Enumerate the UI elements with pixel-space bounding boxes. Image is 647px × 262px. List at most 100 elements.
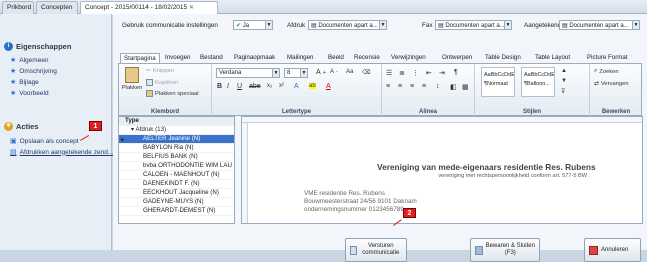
tree-row-label: BELFIUS BANK (N) — [143, 153, 198, 160]
align-right-icon[interactable]: ≡ — [410, 83, 414, 90]
styles-more-icon[interactable]: ⊽ — [561, 88, 565, 95]
tree-row-label: bvba ORTHODONTIE WIM LAU — [143, 162, 232, 169]
clear-format-icon[interactable]: ⌫ — [362, 69, 370, 76]
document-editor[interactable]: Vereniging van mede-eigenaars residentie… — [241, 116, 643, 224]
document-title: Vereniging van mede-eigenaars residentie… — [377, 162, 596, 172]
shrink-font-icon[interactable]: A- — [330, 69, 338, 75]
replace-button[interactable]: ⇄ Vervangen — [594, 81, 629, 87]
tab-concept-active[interactable]: Concept - 2015/00114 - 18/02/2015 ✕ — [80, 1, 218, 15]
aangetekend-label: Aangetekend — [524, 22, 562, 29]
styles-scroll-up-icon[interactable]: ▲ — [561, 68, 567, 74]
paste-button[interactable]: Plakken — [122, 67, 142, 91]
justify-icon[interactable]: ≡ — [422, 83, 426, 90]
italic-icon[interactable]: I — [227, 83, 229, 90]
font-color-icon[interactable]: A — [326, 83, 331, 90]
aangetekend-select[interactable]: ▤ Documenten apart a... ▼ — [559, 20, 640, 30]
nav-item-bijlage[interactable]: ★ Bijlage — [10, 78, 39, 87]
star-icon: ★ — [10, 90, 17, 97]
grow-font-icon[interactable]: A + — [316, 69, 326, 76]
subscript-icon[interactable]: x₂ — [267, 83, 272, 89]
nav-item-algemeen[interactable]: ★ Algemeen — [10, 56, 49, 65]
ribbon-tab-ontwerpen[interactable]: Ontwerpen — [439, 53, 475, 62]
action-print-registered[interactable]: ▤ Afdrukken aangetekende zend... — [10, 148, 113, 157]
cancel-button[interactable]: Annuleren — [584, 238, 641, 262]
tab-prikbord[interactable]: Prikbord — [2, 1, 34, 14]
line-spacing-icon[interactable]: ↕ — [436, 83, 440, 90]
cut-button[interactable]: ✂ Knippen — [146, 68, 174, 74]
tree-row-label: AELTER Jeanine (N) — [143, 135, 201, 142]
document-icon: ▤ — [311, 23, 317, 29]
find-button[interactable]: ⌕ Zoeken — [594, 68, 619, 75]
tree-row[interactable]: GADEYNE-MUYS (N) — [119, 198, 234, 207]
bullets-icon[interactable]: ☰ — [386, 69, 392, 77]
tree-row-label: BABYLON Ria (N) — [143, 144, 194, 151]
ribbon-tab-mailingen[interactable]: Mailingen — [284, 53, 316, 62]
tree-row[interactable]: BELFIUS BANK (N) — [119, 153, 234, 162]
styles-scroll-down-icon[interactable]: ▼ — [561, 78, 567, 84]
ribbon-tab-picture-format[interactable]: Picture Format — [584, 53, 631, 62]
nav-item-voorbeeld[interactable]: ★ Voorbeeld — [10, 89, 49, 98]
nav-item-omschrijving[interactable]: ★ Omschrijving — [10, 67, 57, 76]
highlight-icon[interactable]: ab — [309, 83, 316, 89]
klembord-group-label: Klembord — [150, 109, 179, 115]
vertical-ruler — [242, 123, 248, 223]
stijlen-group-label: Stijlen — [522, 109, 541, 115]
increase-indent-icon[interactable]: ⇥ — [439, 69, 445, 77]
paste-special-button[interactable]: Plakken speciaal — [146, 90, 199, 97]
tree-row[interactable]: BABYLON Ria (N) — [119, 144, 234, 153]
close-icon[interactable]: ✕ — [189, 5, 194, 11]
properties-header-label: Eigenschappen — [16, 42, 72, 51]
strikethrough-icon[interactable]: abe — [249, 83, 261, 90]
numbering-icon[interactable]: ≣ — [399, 69, 405, 77]
editor-area: Gebruik communicatie instellingen ✔ Ja ▼ … — [113, 14, 647, 262]
ribbon-tab-recensie[interactable]: Recensie — [351, 53, 383, 62]
borders-icon[interactable]: ▦ — [462, 83, 469, 91]
style-normal[interactable]: AaBbCcDdE ¶Normaal — [481, 67, 515, 97]
ribbon-tab-table-layout[interactable]: Table Layout — [532, 53, 573, 62]
save-close-button[interactable]: Bewaren & Sluiten (F3) — [470, 238, 540, 262]
align-center-icon[interactable]: ≡ — [398, 83, 402, 90]
fax-select[interactable]: ▤ Documenten apart a... ▼ — [435, 20, 512, 30]
star-icon: ★ — [10, 79, 17, 86]
cancel-label: Annuleren — [601, 246, 629, 253]
tree-row[interactable]: AELTER Jeanine (N) — [119, 135, 234, 144]
ribbon-tab-invoegen[interactable]: Invoegen — [162, 53, 193, 62]
ribbon-tab-paginaopmaak[interactable]: Paginaopmaak — [231, 53, 278, 62]
style-balloon[interactable]: AaBbCcDdE ¶Balloon... — [521, 67, 555, 97]
tree-group-label: Afdruk (13) — [135, 126, 167, 133]
superscript-icon[interactable]: x² — [279, 83, 284, 89]
multilevel-icon[interactable]: ⋮ — [412, 69, 419, 77]
afdruk-select[interactable]: ▤ Documenten apart a... ▼ — [308, 20, 387, 30]
show-marks-icon[interactable]: ¶ — [454, 69, 458, 76]
tree-row[interactable]: bvba ORTHODONTIE WIM LAU — [119, 162, 234, 171]
font-name-select[interactable]: Verdana ▼ — [216, 68, 280, 78]
tree-row[interactable]: DAENEKINDT F. (N) — [119, 180, 234, 189]
tree-row[interactable]: GHERARDT-DEMEST (N) — [119, 207, 234, 216]
collapse-icon[interactable]: ▾ — [131, 126, 134, 133]
ribbon-tab-table-design[interactable]: Table Design — [482, 53, 524, 62]
decrease-indent-icon[interactable]: ⇤ — [426, 69, 432, 77]
align-left-icon[interactable]: ≡ — [386, 83, 390, 90]
action-save-as-concept[interactable]: ▣ Opslaan als concept — [10, 137, 79, 146]
font-size-select[interactable]: 8 ▼ — [284, 68, 308, 78]
bewerken-group: ⌕ Zoeken ⇄ Vervangen Bewerken — [590, 64, 642, 116]
bold-icon[interactable]: B — [217, 83, 222, 90]
tab-concepten[interactable]: Concepten — [36, 1, 78, 14]
gebruik-select[interactable]: ✔ Ja ▼ — [233, 20, 273, 30]
text-effects-icon[interactable]: A — [294, 83, 299, 90]
underline-icon[interactable]: U — [237, 83, 242, 90]
ribbon-tab-beeld[interactable]: Beeld — [325, 53, 347, 62]
alinea-group-label: Alinea — [418, 109, 437, 115]
tree-row[interactable]: CALOEN - MAENHOUT (N) — [119, 171, 234, 180]
change-case-icon[interactable]: Aa — [346, 69, 353, 75]
tree-row-label: CALOEN - MAENHOUT (N) — [143, 171, 220, 178]
ribbon-tab-verwijzingen[interactable]: Verwijzingen — [388, 53, 429, 62]
tree-row[interactable]: EECKHOUT Jacqueline (N) — [119, 189, 234, 198]
ribbon-tab-bestand[interactable]: Bestand — [197, 53, 226, 62]
copy-button[interactable]: Kopiëren — [146, 79, 178, 86]
tree-group-afdruk[interactable]: ▾ Afdruk (13) — [119, 126, 234, 135]
send-communication-button[interactable]: Versturen communicatie — [345, 238, 407, 262]
shading-icon[interactable]: ◧ — [450, 83, 457, 91]
annotation-badge-2: 2 — [403, 208, 416, 218]
ribbon-tab-startpagina[interactable]: Startpagina — [120, 53, 160, 63]
